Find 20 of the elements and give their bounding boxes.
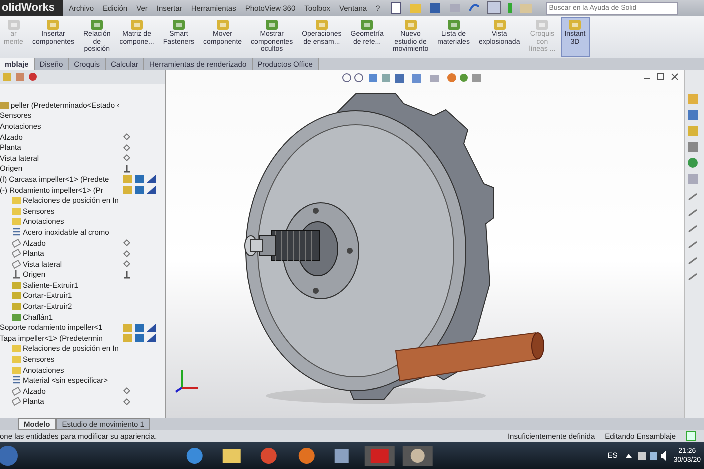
tool-icon xyxy=(6,19,21,31)
origin-icon xyxy=(123,270,131,279)
view-toolbar-icons[interactable] xyxy=(342,72,482,84)
tool-icon xyxy=(360,19,374,31)
tool-icon xyxy=(265,19,280,31)
app-logo: olidWorks xyxy=(0,0,63,16)
origin-icon xyxy=(123,164,131,173)
tray-icons[interactable] xyxy=(624,450,668,462)
tool-icon xyxy=(90,19,104,31)
tool-icon xyxy=(492,19,507,31)
tool-icon xyxy=(130,19,144,31)
tool-icon xyxy=(172,19,186,31)
tool-icon xyxy=(46,19,60,31)
tool-icon xyxy=(535,19,550,31)
tool-icon xyxy=(446,19,461,31)
tool-icon xyxy=(216,19,230,31)
3d-viewport[interactable] xyxy=(166,70,684,418)
tool-icon xyxy=(568,19,582,31)
tool-icon xyxy=(314,19,329,31)
tool-icon xyxy=(404,19,418,31)
